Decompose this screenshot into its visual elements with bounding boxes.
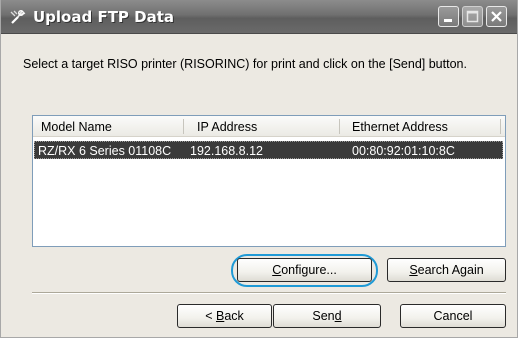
- button-separator: [32, 292, 506, 294]
- configure-button[interactable]: Configure...: [237, 258, 372, 282]
- printer-list[interactable]: Model Name IP Address Ethernet Address R…: [32, 115, 506, 247]
- back-button[interactable]: < Back: [177, 304, 272, 328]
- title-bar[interactable]: Upload FTP Data: [1, 0, 517, 34]
- column-divider[interactable]: [183, 119, 184, 134]
- table-row[interactable]: RZ/RX 6 Series 01108C 192.168.8.12 00:80…: [34, 141, 503, 159]
- upload-ftp-data-dialog: Upload FTP Data Select a target RISO pri…: [0, 0, 518, 338]
- minimize-button[interactable]: [438, 6, 459, 27]
- instruction-text: Select a target RISO printer (RISORINC) …: [23, 57, 467, 71]
- column-header-ethernet-address[interactable]: Ethernet Address: [352, 120, 448, 134]
- column-header-ip-address[interactable]: IP Address: [197, 120, 257, 134]
- close-button[interactable]: [486, 6, 507, 27]
- search-again-button[interactable]: Search Again: [387, 258, 506, 282]
- maximize-button[interactable]: [462, 6, 483, 27]
- column-divider[interactable]: [339, 119, 340, 134]
- column-header-model-name[interactable]: Model Name: [41, 120, 112, 134]
- list-header: Model Name IP Address Ethernet Address: [33, 116, 505, 137]
- cell-ip-address: 192.168.8.12: [190, 144, 263, 158]
- close-icon: [491, 11, 502, 22]
- column-divider[interactable]: [500, 119, 501, 134]
- send-button[interactable]: Send: [273, 304, 381, 328]
- window-title: Upload FTP Data: [33, 8, 175, 26]
- tool-icon: [9, 8, 27, 26]
- maximize-icon: [466, 10, 479, 23]
- cancel-button[interactable]: Cancel: [400, 304, 506, 328]
- cell-ethernet-address: 00:80:92:01:10:8C: [352, 144, 455, 158]
- minimize-icon: [444, 19, 452, 22]
- cell-model-name: RZ/RX 6 Series 01108C: [38, 144, 172, 158]
